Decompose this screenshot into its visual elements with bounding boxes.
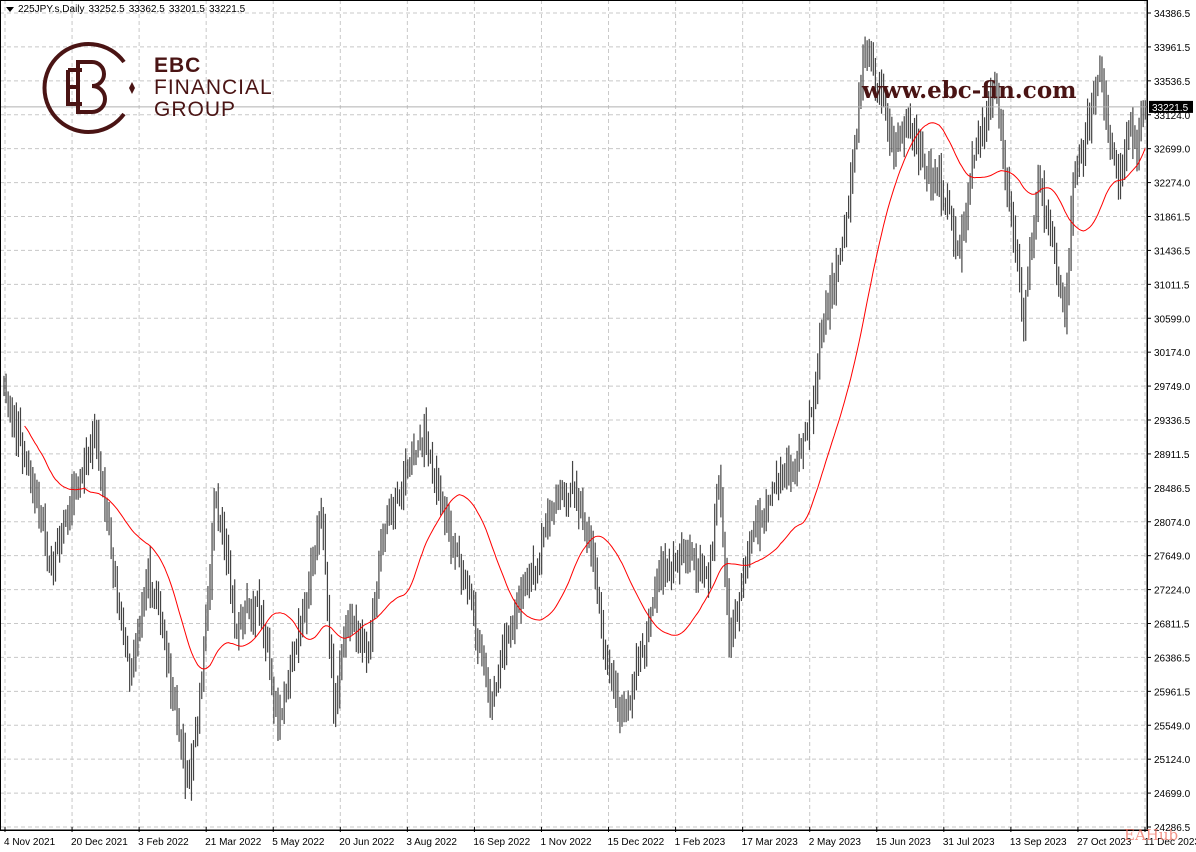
x-tick-label: 5 May 2022 (272, 837, 325, 848)
y-tick-label: 32274.0 (1154, 179, 1191, 190)
y-tick-label: 32699.0 (1154, 145, 1191, 156)
x-tick-label: 15 Jun 2023 (876, 837, 931, 848)
y-tick-label: 28911.5 (1154, 450, 1190, 461)
y-tick-label: 24699.0 (1154, 789, 1191, 800)
symbol-label: 225JPY.s,Daily (18, 4, 85, 15)
y-tick-label: 25549.0 (1154, 721, 1191, 732)
open-value: 33252.5 (88, 4, 125, 15)
current-price-label: 33221.5 (1152, 103, 1189, 114)
logo-line-2: FINANCIAL (154, 75, 273, 99)
y-tick-label: 28486.5 (1154, 484, 1191, 495)
chart-header: 225JPY.s,Daily 33252.5 33362.5 33201.5 3… (6, 4, 245, 15)
watermark-url: www.ebc-fin.com (862, 77, 1077, 104)
y-tick-label: 25124.0 (1154, 755, 1191, 766)
y-tick-label: 31861.5 (1154, 213, 1191, 224)
logo-line-1: EBC (154, 53, 202, 77)
x-tick-label: 1 Nov 2022 (540, 837, 592, 848)
eahub-watermark: EAHub (1124, 826, 1179, 844)
x-tick-label: 2 May 2023 (809, 837, 862, 848)
y-tick-label: 25961.5 (1154, 687, 1191, 698)
x-tick-label: 3 Feb 2022 (138, 837, 189, 848)
x-tick-label: 21 Mar 2022 (205, 837, 262, 848)
y-tick-label: 26386.5 (1154, 653, 1191, 664)
close-value: 33221.5 (209, 4, 246, 15)
x-tick-label: 20 Dec 2021 (71, 837, 128, 848)
x-tick-label: 4 Nov 2021 (4, 837, 56, 848)
ebc-logo: EBC FINANCIAL GROUP (42, 40, 273, 136)
x-tick-label: 13 Sep 2023 (1010, 837, 1067, 848)
x-tick-label: 15 Dec 2022 (608, 837, 665, 848)
ebc-emblem-icon (42, 42, 135, 134)
y-tick-label: 29336.5 (1154, 416, 1191, 427)
y-tick-label: 30599.0 (1154, 314, 1191, 325)
y-tick-label: 28074.0 (1154, 518, 1191, 529)
x-tick-label: 31 Jul 2023 (943, 837, 995, 848)
y-tick-label: 29749.0 (1154, 382, 1191, 393)
moving-average-line (24, 122, 1146, 670)
y-tick-label: 31436.5 (1154, 246, 1191, 257)
x-tick-label: 16 Sep 2022 (473, 837, 530, 848)
x-tick-label: 20 Jun 2022 (339, 837, 394, 848)
chart-window: 34386.5 33961.5 33536.5 33124.0 32699.0 32274… (0, 0, 1196, 852)
low-value: 33201.5 (168, 4, 205, 15)
y-tick-label: 31011.5 (1154, 280, 1190, 291)
x-tick-label: 1 Feb 2023 (675, 837, 726, 848)
x-tick-label: 17 Mar 2023 (742, 837, 799, 848)
y-tick-label: 27224.0 (1154, 586, 1191, 597)
x-tick-label: 3 Aug 2022 (406, 837, 457, 848)
dropdown-triangle-icon[interactable] (6, 7, 14, 12)
y-tick-label: 33961.5 (1154, 43, 1191, 54)
y-tick-label: 26811.5 (1154, 620, 1190, 631)
high-value: 33362.5 (128, 4, 165, 15)
logo-line-3: GROUP (154, 98, 237, 122)
y-tick-label: 34386.5 (1154, 9, 1191, 20)
y-tick-label: 27649.0 (1154, 552, 1191, 563)
y-tick-label: 33536.5 (1154, 77, 1191, 88)
y-tick-label: 30174.0 (1154, 348, 1191, 359)
